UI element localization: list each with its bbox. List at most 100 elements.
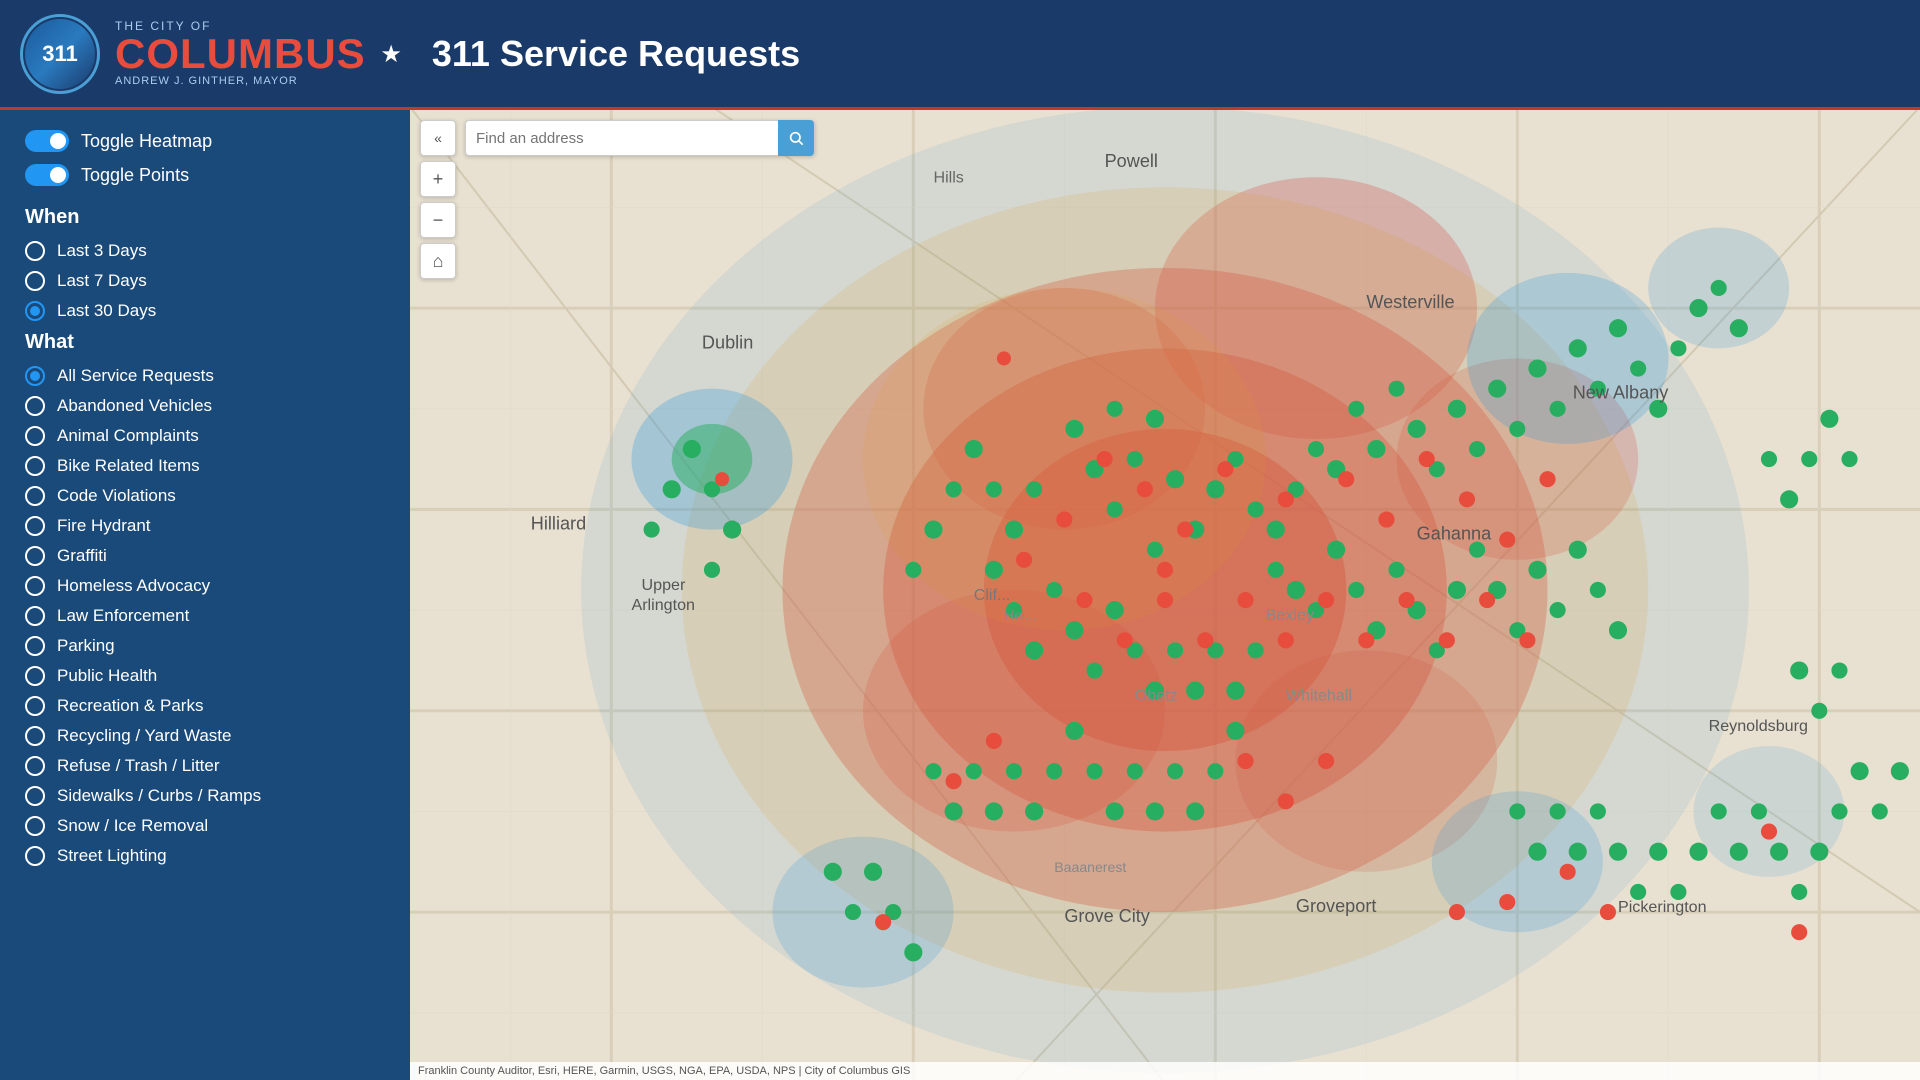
radio-street-lighting-label: Street Lighting [57,846,167,866]
svg-text:Grove City: Grove City [1064,906,1150,926]
radio-last7-label: Last 7 Days [57,271,147,291]
sidebar: Toggle Heatmap Toggle Points When Last 3… [0,110,410,1080]
search-input[interactable] [466,130,778,147]
radio-sidewalks[interactable]: Sidewalks / Curbs / Ramps [25,786,385,806]
radio-law[interactable]: Law Enforcement [25,606,385,626]
radio-graffiti[interactable]: Graffiti [25,546,385,566]
toggle-heatmap-label: Toggle Heatmap [81,131,212,152]
map-container[interactable]: Powell Hills Dublin Westerville New Alba… [410,110,1920,1080]
radio-refuse[interactable]: Refuse / Trash / Litter [25,756,385,776]
radio-homeless[interactable]: Homeless Advocacy [25,576,385,596]
radio-snow-indicator [25,816,45,836]
search-button[interactable] [778,120,814,156]
radio-last30[interactable]: Last 30 Days [25,301,385,321]
columbus-name: COLUMBUS ★ [115,33,402,75]
svg-text:Reynoldsburg: Reynoldsburg [1709,717,1808,735]
radio-hydrant-indicator [25,516,45,536]
radio-recreation[interactable]: Recreation & Parks [25,696,385,716]
columbus-columb: COLUMB [115,30,305,77]
svg-text:Hills: Hills [933,168,963,186]
radio-animal-indicator [25,426,45,446]
radio-snow-label: Snow / Ice Removal [57,816,208,836]
radio-last30-indicator [25,301,45,321]
map-back-button[interactable]: « [420,120,456,156]
radio-recycling-label: Recycling / Yard Waste [57,726,231,746]
radio-graffiti-label: Graffiti [57,546,107,566]
svg-text:Arlington: Arlington [631,596,695,614]
svg-text:Pickerington: Pickerington [1618,898,1707,916]
city-name-block: THE CITY OF COLUMBUS ★ ANDREW J. GINTHER… [115,20,402,87]
radio-abandoned-label: Abandoned Vehicles [57,396,212,416]
radio-recreation-label: Recreation & Parks [57,696,203,716]
svg-text:Hei...: Hei... [1004,607,1037,623]
radio-recreation-indicator [25,696,45,716]
radio-all-label: All Service Requests [57,366,214,386]
radio-parking-label: Parking [57,636,115,656]
toggle-section: Toggle Heatmap Toggle Points [25,130,385,186]
radio-bike-indicator [25,456,45,476]
radio-hydrant[interactable]: Fire Hydrant [25,516,385,536]
radio-hydrant-label: Fire Hydrant [57,516,151,536]
radio-homeless-indicator [25,576,45,596]
radio-abandoned-indicator [25,396,45,416]
radio-law-indicator [25,606,45,626]
radio-refuse-indicator [25,756,45,776]
app-header: 311 THE CITY OF COLUMBUS ★ ANDREW J. GIN… [0,0,1920,110]
mayor-label: ANDREW J. GINTHER, MAYOR [115,75,402,87]
radio-homeless-label: Homeless Advocacy [57,576,210,596]
logo-circle-inner: 311 [25,19,95,89]
radio-last3-label: Last 3 Days [57,241,147,261]
map-zoom-out-button[interactable]: − [420,202,456,238]
svg-text:Powell: Powell [1105,151,1158,171]
svg-text:Clif...: Clif... [974,586,1011,604]
radio-bike-label: Bike Related Items [57,456,200,476]
toggle-heatmap-switch[interactable] [25,130,69,152]
map-zoom-in-button[interactable]: + [420,161,456,197]
radio-all-dot [30,371,40,381]
what-section: What All Service Requests Abandoned Vehi… [25,331,385,866]
radio-animal-label: Animal Complaints [57,426,199,446]
radio-public-health-indicator [25,666,45,686]
toggle-points-item[interactable]: Toggle Points [25,164,385,186]
radio-last7[interactable]: Last 7 Days [25,271,385,291]
radio-code[interactable]: Code Violations [25,486,385,506]
radio-parking[interactable]: Parking [25,636,385,656]
radio-sidewalks-indicator [25,786,45,806]
radio-law-label: Law Enforcement [57,606,189,626]
svg-text:Upper: Upper [642,576,686,594]
radio-last7-indicator [25,271,45,291]
radio-last3[interactable]: Last 3 Days [25,241,385,261]
what-title: What [25,331,385,354]
radio-recycling-indicator [25,726,45,746]
map-home-button[interactable]: ⌂ [420,243,456,279]
radio-snow[interactable]: Snow / Ice Removal [25,816,385,836]
map-background: Powell Hills Dublin Westerville New Alba… [410,110,1920,1080]
star-icon: ★ [380,41,402,68]
radio-all[interactable]: All Service Requests [25,366,385,386]
map-controls: « + − ⌂ [420,120,456,279]
radio-last30-dot [30,306,40,316]
when-section: When Last 3 Days Last 7 Days Last 30 Day… [25,206,385,321]
when-title: When [25,206,385,229]
radio-public-health[interactable]: Public Health [25,666,385,686]
svg-text:Gahanna: Gahanna [1417,524,1492,544]
radio-all-indicator [25,366,45,386]
toggle-heatmap-item[interactable]: Toggle Heatmap [25,130,385,152]
radio-bike[interactable]: Bike Related Items [25,456,385,476]
columbus-text: COLUMBUS [115,30,378,77]
map-attribution: Franklin County Auditor, Esri, HERE, Gar… [410,1062,1920,1080]
radio-recycling[interactable]: Recycling / Yard Waste [25,726,385,746]
toggle-points-switch[interactable] [25,164,69,186]
radio-code-indicator [25,486,45,506]
radio-graffiti-indicator [25,546,45,566]
radio-public-health-label: Public Health [57,666,157,686]
columbus-us: US [305,30,365,77]
radio-animal[interactable]: Animal Complaints [25,426,385,446]
radio-abandoned[interactable]: Abandoned Vehicles [25,396,385,416]
radio-street-lighting[interactable]: Street Lighting [25,846,385,866]
svg-text:Bexley: Bexley [1266,606,1315,624]
main-content: Toggle Heatmap Toggle Points When Last 3… [0,110,1920,1080]
svg-text:Westerville: Westerville [1366,292,1454,312]
svg-text:Obetz: Obetz [1135,687,1178,705]
radio-code-label: Code Violations [57,486,176,506]
